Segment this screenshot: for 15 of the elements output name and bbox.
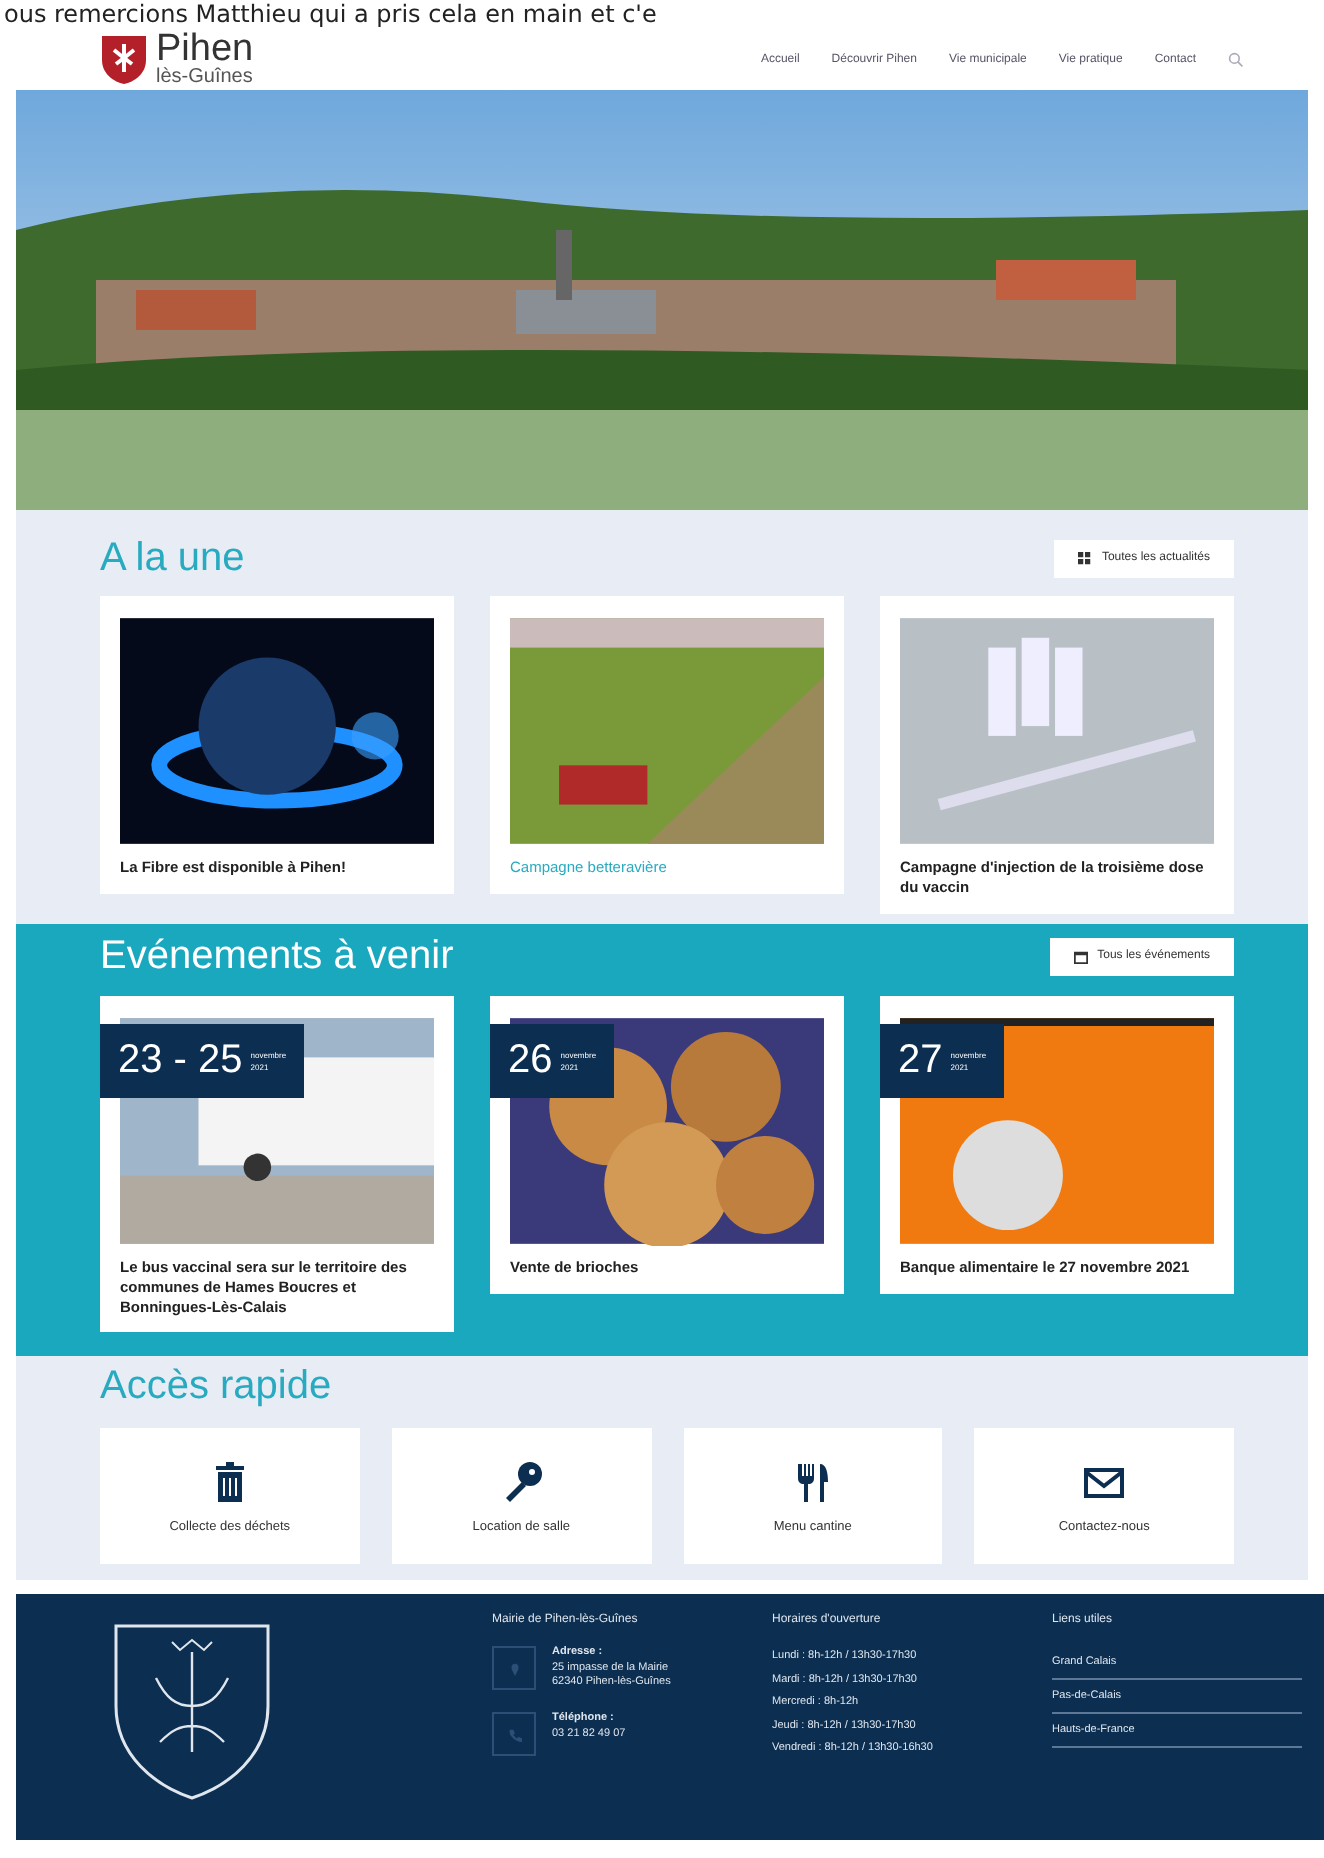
calendar-icon (1073, 949, 1088, 963)
date-day: 27 (898, 1038, 943, 1084)
date-day: 26 (508, 1038, 553, 1084)
grid-icon (1077, 551, 1092, 565)
pin-icon (507, 1661, 521, 1675)
section-title: A la une (100, 535, 245, 581)
section-title: Accès rapide (100, 1363, 332, 1409)
logo-title: Pihen (156, 30, 254, 68)
logo-subtitle: lès-Guînes (156, 68, 254, 88)
date-day: 23 - 25 (118, 1038, 243, 1084)
cropped-caption-text: ous remercions Matthieu qui a pris cela en main et c'e (4, 0, 657, 28)
phone-icon (507, 1727, 521, 1742)
shield-logo-icon (100, 33, 148, 85)
section-title: Evénements à venir (100, 933, 454, 979)
search-icon[interactable] (1228, 51, 1244, 67)
